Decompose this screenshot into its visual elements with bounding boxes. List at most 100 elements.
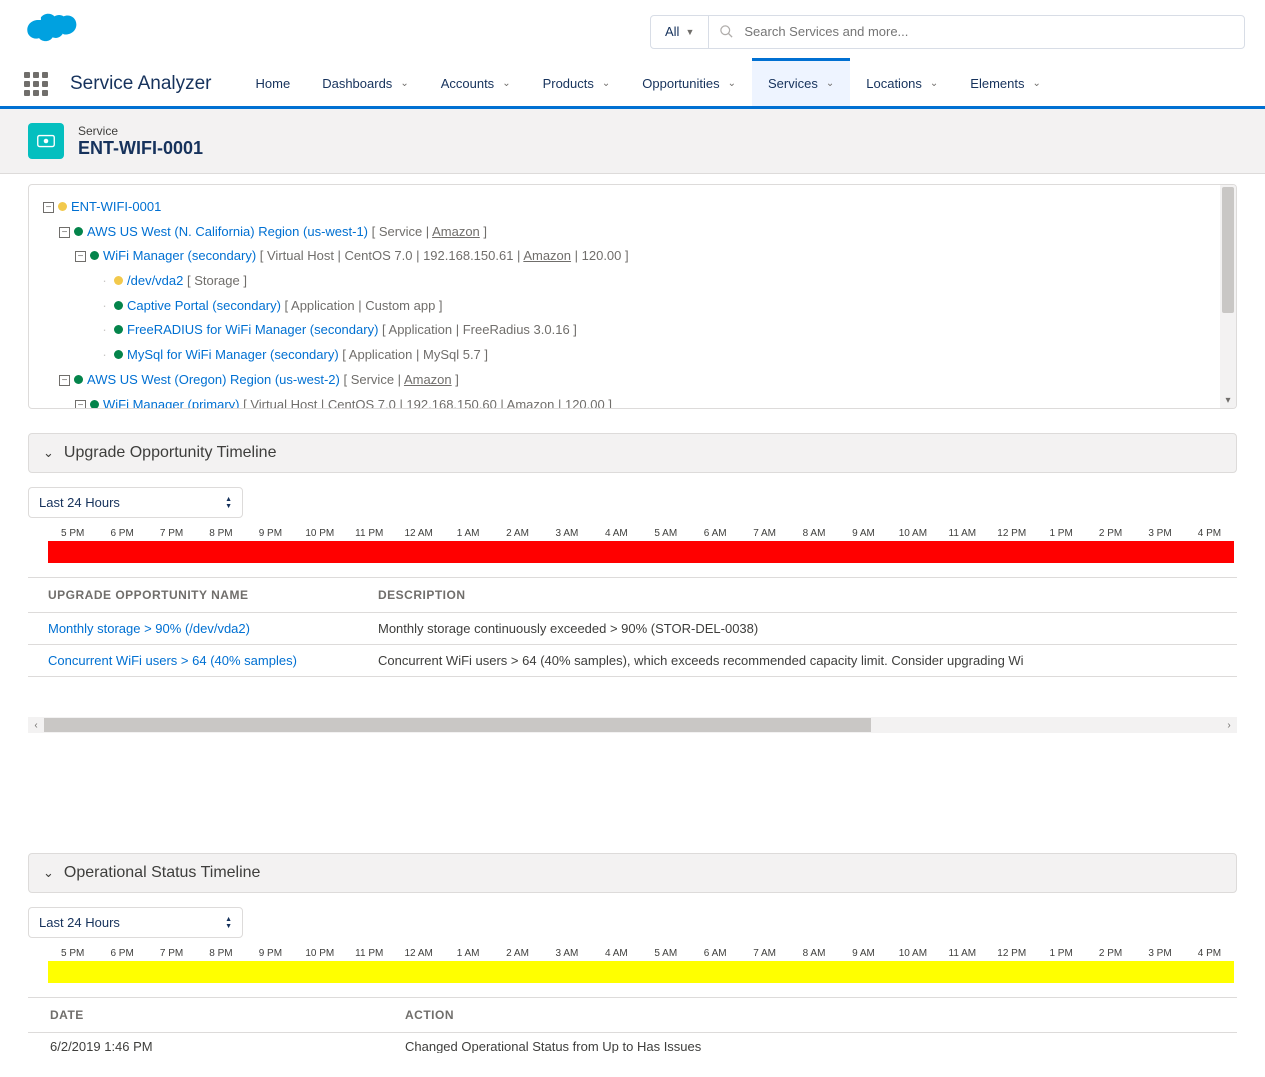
tree-toggle-icon[interactable]: − bbox=[59, 375, 70, 386]
hour-label: 2 PM bbox=[1086, 948, 1135, 959]
tree-toggle-icon[interactable]: − bbox=[43, 202, 54, 213]
hour-label: 11 PM bbox=[345, 528, 394, 539]
nav-item-products[interactable]: Products ⌄ bbox=[527, 61, 627, 106]
horizontal-scrollbar[interactable]: ‹ › bbox=[28, 717, 1237, 733]
chevron-down-icon: ⌄ bbox=[43, 445, 54, 461]
tree-node-link[interactable]: MySql for WiFi Manager (secondary) bbox=[127, 347, 339, 362]
status-section-toggle[interactable]: ⌄ Operational Status Timeline bbox=[28, 853, 1237, 893]
status-section-title: Operational Status Timeline bbox=[64, 864, 261, 882]
hour-label: 2 AM bbox=[493, 948, 542, 959]
tree-node-link[interactable]: /dev/vda2 bbox=[127, 273, 183, 288]
hour-label: 10 AM bbox=[888, 948, 937, 959]
status-col-action: ACTION bbox=[383, 998, 1237, 1033]
hour-label: 2 AM bbox=[493, 528, 542, 539]
tree-node: ·/dev/vda2 [ Storage ] bbox=[35, 269, 1230, 294]
operational-status-section: ⌄ Operational Status Timeline Last 24 Ho… bbox=[28, 853, 1237, 1059]
tree-scrollbar[interactable]: ▾ bbox=[1220, 185, 1236, 408]
search-scope-dropdown[interactable]: All ▼ bbox=[651, 16, 709, 48]
tree-node-meta: [ Service | Amazon ] bbox=[368, 224, 487, 239]
status-range-label: Last 24 Hours bbox=[39, 915, 120, 930]
spinner-icon: ▲▼ bbox=[225, 916, 232, 930]
nav-item-home[interactable]: Home bbox=[240, 61, 307, 106]
scroll-down-icon[interactable]: ▾ bbox=[1221, 393, 1235, 407]
salesforce-cloud-logo-icon bbox=[20, 10, 80, 53]
hour-label: 8 PM bbox=[196, 948, 245, 959]
tree-toggle-icon[interactable]: − bbox=[75, 400, 86, 410]
hour-label: 6 PM bbox=[97, 948, 146, 959]
hour-label: 5 PM bbox=[48, 948, 97, 959]
upgrade-opportunity-link[interactable]: Monthly storage > 90% (/dev/vda2) bbox=[48, 621, 250, 636]
hour-label: 10 PM bbox=[295, 948, 344, 959]
chevron-down-icon: ⌄ bbox=[400, 78, 408, 89]
search-input[interactable] bbox=[744, 24, 1244, 39]
nav-item-locations[interactable]: Locations⌄ bbox=[850, 61, 954, 106]
record-supertitle: Service bbox=[78, 124, 203, 138]
tree-node-meta: [ Storage ] bbox=[183, 273, 247, 288]
hour-label: 10 PM bbox=[295, 528, 344, 539]
caret-down-icon: ▼ bbox=[685, 27, 694, 37]
chevron-down-icon: ⌄ bbox=[602, 78, 610, 89]
nav-label: Opportunities bbox=[642, 76, 719, 91]
tree-node-link[interactable]: WiFi Manager (primary) bbox=[103, 397, 240, 410]
chevron-down-icon: ⌄ bbox=[930, 78, 938, 89]
tree-node-link[interactable]: AWS US West (N. California) Region (us-w… bbox=[87, 224, 368, 239]
hour-label: 12 AM bbox=[394, 948, 443, 959]
tree-node-meta: [ Service | Amazon ] bbox=[340, 372, 459, 387]
upgrade-timeline: 5 PM6 PM7 PM8 PM9 PM10 PM11 PM12 AM1 AM2… bbox=[28, 528, 1237, 563]
nav-item-dashboards[interactable]: Dashboards⌄ bbox=[306, 61, 425, 106]
upgrade-opportunity-link[interactable]: Concurrent WiFi users > 64 (40% samples) bbox=[48, 653, 297, 668]
app-launcher-icon[interactable] bbox=[24, 72, 48, 96]
tree-meta-link[interactable]: Amazon bbox=[404, 372, 452, 387]
nav-item-accounts[interactable]: Accounts⌄ bbox=[425, 61, 527, 106]
nav-label: Products bbox=[543, 76, 594, 91]
status-dot-icon bbox=[114, 350, 123, 359]
upgrade-section-toggle[interactable]: ⌄ Upgrade Opportunity Timeline bbox=[28, 433, 1237, 473]
status-dot-icon bbox=[114, 325, 123, 334]
hour-label: 4 PM bbox=[1185, 948, 1234, 959]
nav-item-services[interactable]: Services⌄ bbox=[752, 61, 850, 106]
tree-node: ·MySql for WiFi Manager (secondary) [ Ap… bbox=[35, 343, 1230, 368]
tree-toggle-icon[interactable]: − bbox=[59, 227, 70, 238]
tree-node-link[interactable]: Captive Portal (secondary) bbox=[127, 298, 281, 313]
nav-label: Services bbox=[768, 76, 818, 91]
hour-label: 12 PM bbox=[987, 948, 1036, 959]
tree-node: − AWS US West (Oregon) Region (us-west-2)… bbox=[35, 368, 1230, 393]
tree-toggle-icon[interactable]: − bbox=[75, 251, 86, 262]
tree-node-link[interactable]: AWS US West (Oregon) Region (us-west-2) bbox=[87, 372, 340, 387]
hour-label: 11 AM bbox=[938, 528, 987, 539]
scrollbar-thumb[interactable] bbox=[1222, 187, 1234, 313]
tree-meta-link[interactable]: Amazon bbox=[523, 248, 571, 263]
tree-node: −WiFi Manager (secondary) [ Virtual Host… bbox=[35, 244, 1230, 269]
hour-label: 11 PM bbox=[345, 948, 394, 959]
hour-label: 1 AM bbox=[443, 948, 492, 959]
scroll-left-icon[interactable]: ‹ bbox=[28, 717, 44, 733]
upgrade-range-select[interactable]: Last 24 Hours ▲▼ bbox=[28, 487, 243, 518]
status-dot-icon bbox=[90, 251, 99, 260]
hour-label: 4 AM bbox=[592, 528, 641, 539]
scroll-right-icon[interactable]: › bbox=[1221, 717, 1237, 733]
hour-label: 3 AM bbox=[542, 948, 591, 959]
nav-bar: Service Analyzer HomeDashboards⌄Accounts… bbox=[0, 61, 1265, 109]
upgrade-opportunity-section: ⌄ Upgrade Opportunity Timeline Last 24 H… bbox=[28, 433, 1237, 733]
hour-label: 6 PM bbox=[97, 528, 146, 539]
tree-node-link[interactable]: WiFi Manager (secondary) bbox=[103, 248, 256, 263]
tree-meta-link[interactable]: Amazon bbox=[432, 224, 480, 239]
hour-label: 11 AM bbox=[938, 948, 987, 959]
hour-label: 1 PM bbox=[1036, 528, 1085, 539]
cell-date: 6/2/2019 1:46 PM bbox=[28, 1033, 383, 1060]
hour-label: 7 PM bbox=[147, 948, 196, 959]
nav-item-opportunities[interactable]: Opportunities⌄ bbox=[626, 61, 752, 106]
scrollbar-thumb[interactable] bbox=[44, 718, 871, 732]
tree-node: − AWS US West (N. California) Region (us-… bbox=[35, 220, 1230, 245]
tree-node: −WiFi Manager (primary) [ Virtual Host |… bbox=[35, 393, 1230, 410]
hour-label: 7 PM bbox=[147, 528, 196, 539]
tree-node-link[interactable]: FreeRADIUS for WiFi Manager (secondary) bbox=[127, 322, 378, 337]
tree-node-link[interactable]: ENT-WIFI-0001 bbox=[71, 199, 161, 214]
hour-label: 8 AM bbox=[789, 948, 838, 959]
status-range-select[interactable]: Last 24 Hours ▲▼ bbox=[28, 907, 243, 938]
hour-label: 5 AM bbox=[641, 948, 690, 959]
hour-label: 8 PM bbox=[196, 528, 245, 539]
status-dot-icon bbox=[58, 202, 67, 211]
tree-connector-icon: · bbox=[99, 318, 110, 343]
nav-item-elements[interactable]: Elements⌄ bbox=[954, 61, 1057, 106]
